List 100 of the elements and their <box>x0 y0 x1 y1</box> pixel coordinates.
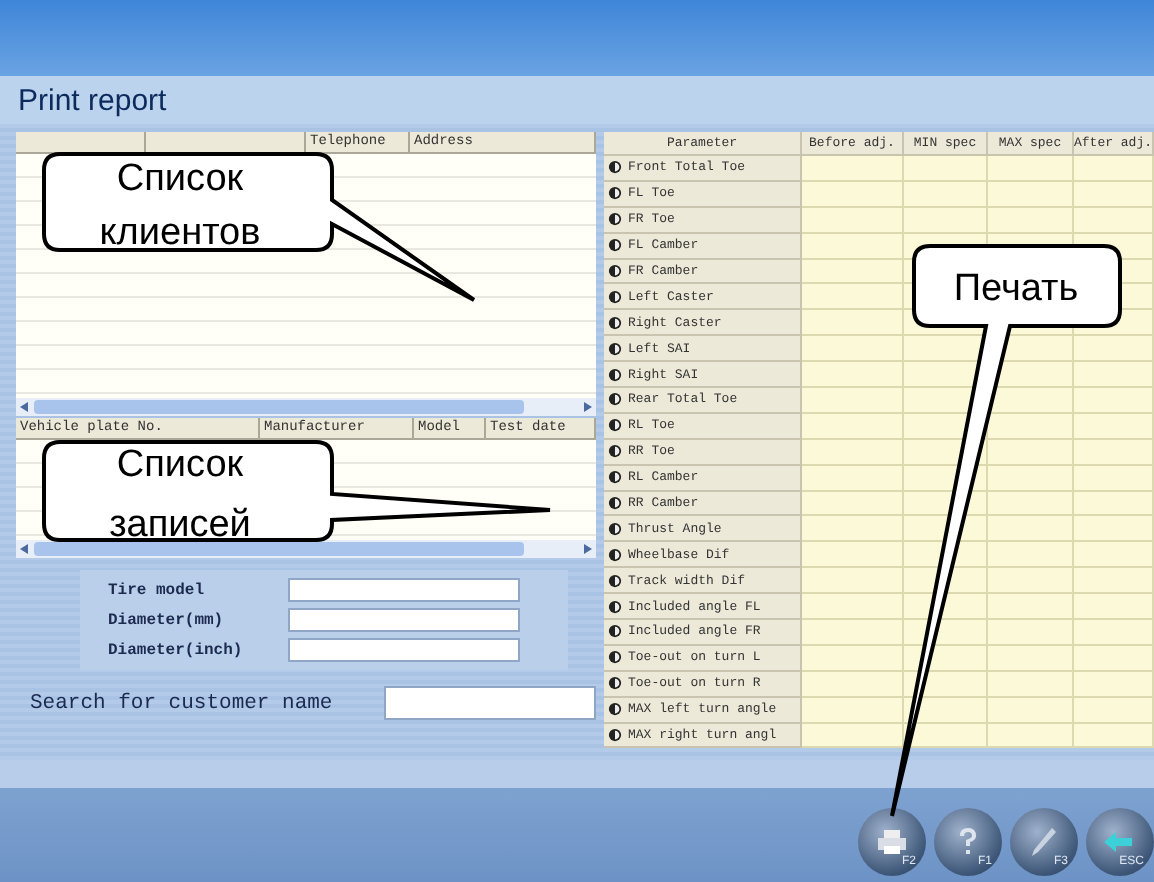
value-cell <box>904 156 988 182</box>
horizontal-scrollbar[interactable] <box>16 540 596 558</box>
value-cell <box>802 542 904 569</box>
value-cell <box>988 542 1074 569</box>
value-cell <box>802 156 904 182</box>
value-cell <box>988 491 1074 517</box>
value-cell <box>802 259 904 285</box>
half-circle-icon <box>608 315 622 330</box>
callout-text: Список записей <box>109 444 251 546</box>
input-field[interactable] <box>288 638 520 662</box>
value-cell <box>1074 645 1154 672</box>
value-cell <box>802 645 904 672</box>
value-cell <box>988 413 1074 440</box>
value-cell <box>904 207 988 234</box>
input-field[interactable] <box>288 608 520 632</box>
half-circle-icon <box>608 212 622 227</box>
value-cell <box>802 388 904 414</box>
value-cell <box>802 336 904 363</box>
value-cell <box>802 439 904 466</box>
value-cell <box>802 697 904 724</box>
value-cell <box>988 516 1074 543</box>
value-cell <box>802 207 904 234</box>
half-circle-icon <box>608 547 622 562</box>
value-cell <box>802 671 904 698</box>
half-circle-icon <box>608 341 622 356</box>
half-circle-icon <box>608 289 622 304</box>
value-cell <box>1074 207 1154 234</box>
value-cell <box>802 310 904 337</box>
value-cell <box>802 413 904 440</box>
value-cell <box>1074 181 1154 208</box>
value-cell <box>1074 594 1154 621</box>
field-label: Diameter(mm) <box>108 611 226 629</box>
search-label: Search for customer name <box>30 691 335 715</box>
value-cell <box>1074 156 1154 182</box>
half-circle-icon <box>608 702 622 717</box>
value-cell <box>802 233 904 260</box>
value-cell <box>988 156 1074 182</box>
value-cell <box>1074 388 1154 414</box>
value-cell <box>988 388 1074 414</box>
value-cell <box>988 645 1074 672</box>
half-circle-icon <box>608 186 622 201</box>
value-cell <box>1074 568 1154 595</box>
value-cell <box>988 439 1074 466</box>
horizontal-scrollbar[interactable] <box>16 398 596 416</box>
question-mark-icon <box>958 828 978 856</box>
value-cell <box>1074 465 1154 492</box>
half-circle-icon <box>608 496 622 511</box>
input-field[interactable] <box>288 578 520 602</box>
value-cell <box>988 697 1074 724</box>
value-cell <box>802 723 904 749</box>
pen-icon <box>1032 828 1056 856</box>
scroll-left-icon[interactable] <box>20 402 28 412</box>
printer-icon <box>878 830 906 854</box>
value-cell <box>1074 491 1154 517</box>
value-cell <box>988 723 1074 749</box>
scroll-left-icon[interactable] <box>20 544 28 554</box>
value-cell <box>1074 516 1154 543</box>
value-cell <box>1074 413 1154 440</box>
value-cell <box>988 207 1074 234</box>
value-cell <box>988 465 1074 492</box>
value-cell <box>802 362 904 389</box>
half-circle-icon <box>608 599 622 614</box>
half-circle-icon <box>608 650 622 665</box>
half-circle-icon <box>608 624 622 639</box>
value-cell <box>988 620 1074 646</box>
value-cell <box>1074 362 1154 389</box>
arrow-icon <box>1104 830 1136 854</box>
value-cell <box>802 620 904 646</box>
value-cell <box>988 594 1074 621</box>
value-cell <box>904 336 988 363</box>
value-cell <box>802 284 904 311</box>
value-cell <box>988 671 1074 698</box>
value-cell <box>802 465 904 492</box>
scroll-right-icon[interactable] <box>584 402 592 412</box>
value-cell <box>1074 723 1154 749</box>
value-cell <box>1074 671 1154 698</box>
value-cell <box>988 568 1074 595</box>
field-label: Diameter(inch) <box>108 641 245 659</box>
half-circle-icon <box>608 573 622 588</box>
half-circle-icon <box>608 444 622 459</box>
value-cell <box>988 181 1074 208</box>
callout-text: Список клиентов <box>99 158 261 254</box>
search-field[interactable] <box>384 686 596 720</box>
half-circle-icon <box>608 728 622 743</box>
half-circle-icon <box>608 418 622 433</box>
value-cell <box>1074 697 1154 724</box>
half-circle-icon <box>608 264 622 278</box>
half-circle-icon <box>608 676 622 691</box>
callout-text: Печать <box>953 268 1079 310</box>
value-cell <box>1074 439 1154 466</box>
value-cell <box>904 181 988 208</box>
scroll-right-icon[interactable] <box>584 544 592 554</box>
value-cell <box>802 594 904 621</box>
value-cell <box>1074 542 1154 569</box>
page-title: Print report <box>18 83 167 117</box>
field-label: Tire model <box>108 581 207 599</box>
half-circle-icon <box>608 160 622 175</box>
half-circle-icon <box>608 521 622 536</box>
half-circle-icon <box>608 470 622 485</box>
half-circle-icon <box>608 238 622 253</box>
